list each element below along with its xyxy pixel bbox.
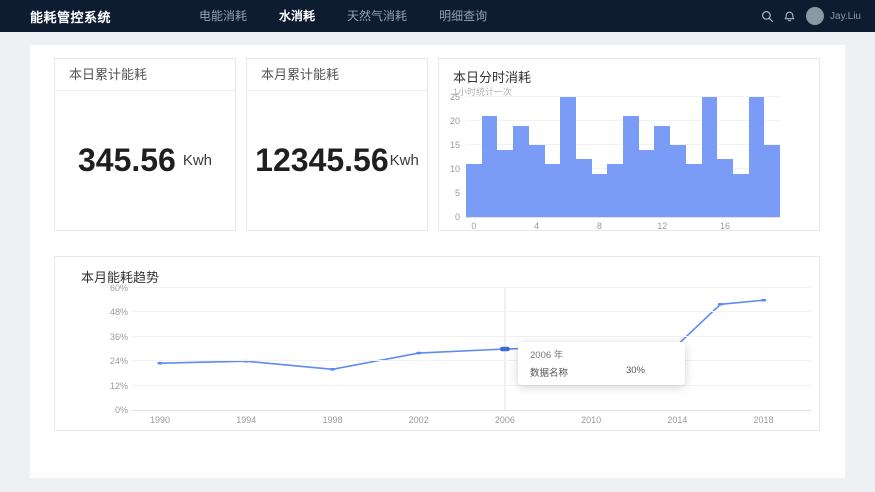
today-unit: Kwh [183, 152, 212, 169]
gridline [132, 311, 811, 312]
today-value: 345.56 [78, 142, 176, 179]
bar[interactable] [560, 97, 576, 217]
card-today-total: 本日累计能耗 345.56 Kwh [54, 58, 236, 231]
tooltip-title: 2006 年 [530, 347, 673, 361]
bar[interactable] [764, 145, 780, 217]
data-point[interactable] [761, 299, 766, 302]
card-month-title: 本月累计能耗 [247, 59, 427, 91]
data-point[interactable] [157, 362, 162, 365]
card-today-title: 本日累计能耗 [55, 59, 235, 91]
data-point-emphasis[interactable] [500, 347, 510, 352]
bar[interactable] [670, 145, 686, 217]
gridline [132, 287, 811, 288]
card-hourly-consumption: 本日分时消耗 1小时统计一次 0510152025 0481216 [438, 58, 820, 231]
gridline [132, 360, 811, 361]
cards-row: 本日累计能耗 345.56 Kwh 本月累计能耗 12345.56 Kwh 本日… [54, 58, 820, 231]
bar-y-tick-label: 20 [450, 116, 460, 126]
data-point[interactable] [416, 352, 421, 355]
chart-tooltip: 2006 年 数据名称 30% [518, 342, 685, 385]
month-unit: Kwh [390, 152, 419, 169]
data-point[interactable] [718, 303, 723, 306]
nav-item[interactable]: 电能消耗 [183, 0, 263, 32]
bar[interactable] [545, 164, 561, 217]
bar[interactable] [513, 126, 529, 217]
bar[interactable] [592, 174, 608, 217]
trend-x-tick-label: 2018 [754, 415, 774, 425]
page: 能耗管控系统 电能消耗水消耗天然气消耗明细查询 Jay.Liu 本日累计能 [0, 0, 875, 492]
trend-x-tick-label: 2014 [667, 415, 687, 425]
bar[interactable] [482, 116, 498, 217]
data-point[interactable] [330, 368, 335, 371]
bar[interactable] [497, 150, 513, 217]
user-name[interactable]: Jay.Liu [830, 11, 861, 22]
avatar[interactable] [806, 7, 824, 25]
tooltip-value: 30% [626, 365, 645, 379]
card-monthly-trend: 本月能耗趋势 0%12%24%36%48%60% 2006 年 数据名称 30%… [54, 256, 820, 431]
search-icon[interactable] [761, 10, 774, 23]
trend-y-tick-label: 12% [110, 381, 128, 391]
bar-x-tick-label: 12 [657, 221, 667, 231]
bar[interactable] [576, 159, 592, 217]
content-panel: 本日累计能耗 345.56 Kwh 本月累计能耗 12345.56 Kwh 本日… [30, 45, 845, 478]
app-title: 能耗管控系统 [30, 7, 111, 26]
line-chart-plot[interactable]: 2006 年 数据名称 30% [132, 288, 811, 411]
month-value: 12345.56 [255, 142, 388, 179]
bar-y-tick-label: 10 [450, 164, 460, 174]
bar-x-axis: 0 4 8 12 16 [466, 221, 780, 233]
bar-y-axis: 0510152025 [439, 97, 462, 217]
bar-x-tick-label: 8 [597, 221, 602, 231]
card-today-body: 345.56 Kwh [55, 91, 235, 230]
bar[interactable] [733, 174, 749, 217]
gridline [466, 96, 780, 97]
bar[interactable] [654, 126, 670, 217]
bar[interactable] [639, 150, 655, 217]
nav-item[interactable]: 明细查询 [423, 0, 503, 32]
bar-x-tick-label: 0 [471, 221, 476, 231]
bar[interactable] [686, 164, 702, 217]
gridline [132, 385, 811, 386]
bar[interactable] [466, 164, 482, 217]
bell-icon[interactable] [783, 10, 796, 23]
bar[interactable] [702, 97, 718, 217]
nav-menu: 电能消耗水消耗天然气消耗明细查询 [183, 0, 503, 32]
trend-x-tick-label: 2010 [581, 415, 601, 425]
trend-y-axis: 0%12%24%36%48%60% [55, 288, 128, 410]
bar[interactable] [607, 164, 623, 217]
tooltip-row: 数据名称 30% [530, 365, 673, 379]
trend-y-tick-label: 48% [110, 307, 128, 317]
trend-line-svg [132, 288, 811, 410]
trend-x-tick-label: 1990 [150, 415, 170, 425]
bar[interactable] [623, 116, 639, 217]
trend-x-tick-label: 2002 [409, 415, 429, 425]
card-month-body: 12345.56 Kwh [247, 91, 427, 230]
trend-x-axis: 1990 1994 1998 2002 2006 2010 2014 2018 [132, 415, 811, 427]
bar[interactable] [717, 159, 733, 217]
top-nav: 能耗管控系统 电能消耗水消耗天然气消耗明细查询 Jay.Liu [0, 0, 875, 32]
trend-x-tick-label: 2006 [495, 415, 515, 425]
bar-chart-plot[interactable] [466, 97, 780, 218]
bar-y-tick-label: 15 [450, 140, 460, 150]
bar[interactable] [749, 97, 765, 217]
bar-x-tick-label: 4 [534, 221, 539, 231]
hourly-chart-title: 本日分时消耗 [453, 67, 531, 86]
nav-item[interactable]: 天然气消耗 [331, 0, 423, 32]
bar[interactable] [529, 145, 545, 217]
bar-y-tick-label: 0 [455, 212, 460, 222]
trend-x-tick-label: 1998 [322, 415, 342, 425]
bar-x-tick-label: 16 [720, 221, 730, 231]
nav-right: Jay.Liu [752, 7, 861, 25]
nav-item[interactable]: 水消耗 [263, 0, 331, 32]
trend-y-tick-label: 36% [110, 332, 128, 342]
gridline [132, 336, 811, 337]
trend-y-tick-label: 60% [110, 283, 128, 293]
trend-y-tick-label: 0% [115, 405, 128, 415]
trend-y-tick-label: 24% [110, 356, 128, 366]
card-month-total: 本月累计能耗 12345.56 Kwh [246, 58, 428, 231]
bar-y-tick-label: 5 [455, 188, 460, 198]
bar-y-tick-label: 25 [450, 92, 460, 102]
trend-x-tick-label: 1994 [236, 415, 256, 425]
tooltip-series-label: 数据名称 [530, 365, 568, 379]
